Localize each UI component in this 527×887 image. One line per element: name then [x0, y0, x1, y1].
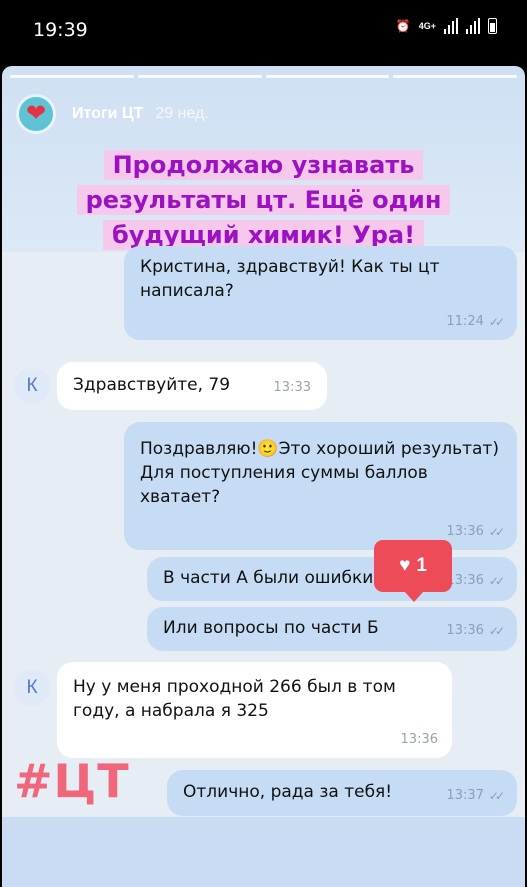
- alarm-icon: ⏰: [395, 19, 411, 33]
- message-time: 13:36: [446, 572, 484, 588]
- message-outgoing: Или вопросы по части Б 13:36 ✓✓: [147, 607, 517, 651]
- story-header[interactable]: ❤ Итоги ЦТ 29 нед.: [16, 94, 209, 134]
- story-caption: Продолжаю узнавать результаты цт. Ещё од…: [2, 148, 525, 252]
- message-meta: 13:36: [401, 731, 438, 749]
- message-meta: 11:24 ✓✓: [446, 313, 505, 331]
- story-footer: [2, 817, 525, 887]
- story-timestamp: 29 нед.: [155, 105, 209, 122]
- contact-avatar: К: [14, 670, 50, 706]
- message-meta: 13:33: [274, 379, 311, 397]
- message-outgoing: В части А были ошибки? 13:36 ✓✓: [147, 557, 517, 601]
- message-incoming: Здравствуйте, 79 13:33: [57, 362, 327, 410]
- story-view[interactable]: ❤ Итоги ЦТ 29 нед. Продолжаю узнавать ре…: [2, 66, 525, 887]
- signal-icon: [444, 18, 458, 34]
- read-check-icon: ✓✓: [488, 788, 505, 803]
- story-author[interactable]: Итоги ЦТ: [72, 105, 143, 123]
- story-progress: [10, 75, 517, 78]
- message-outgoing: Поздравляю!🙂Это хороший результат) Для п…: [124, 422, 517, 550]
- status-icons: ⏰ 4G+: [396, 18, 497, 34]
- message-time: 13:36: [446, 523, 484, 539]
- message-meta: 13:36 ✓✓: [446, 572, 505, 590]
- like-count: 1: [416, 555, 427, 576]
- chat-screenshot: Кристина, здравствуй! Как ты цт написала…: [2, 246, 525, 817]
- contact-avatar: К: [14, 368, 50, 404]
- message-text: Кристина, здравствуй! Как ты цт написала…: [140, 257, 440, 301]
- message-meta: 13:36 ✓✓: [446, 523, 505, 541]
- heart-icon: ❤: [25, 100, 47, 127]
- caption-line: результаты цт. Ещё один: [76, 184, 451, 215]
- status-bar: 19:39 ⏰ 4G+: [0, 0, 527, 66]
- read-check-icon: ✓✓: [488, 573, 505, 588]
- message-outgoing: Кристина, здравствуй! Как ты цт написала…: [124, 246, 517, 340]
- message-text: Ну у меня проходной 266 был в том году, …: [73, 677, 396, 721]
- caption-line: Продолжаю узнавать: [103, 150, 424, 180]
- read-check-icon: ✓✓: [488, 524, 505, 539]
- signal-icon: [466, 18, 480, 34]
- message-outgoing: Отлично, рада за тебя! 13:37 ✓✓: [167, 770, 517, 816]
- clock: 19:39: [33, 19, 88, 41]
- message-text: Поздравляю!🙂Это хороший результат) Для п…: [140, 439, 499, 507]
- battery-icon: [488, 18, 497, 34]
- hashtag-sticker: #ЦТ: [14, 754, 130, 808]
- message-time: 13:36: [400, 731, 438, 747]
- message-meta: 13:36 ✓✓: [446, 622, 505, 640]
- message-time: 11:24: [446, 313, 484, 329]
- message-incoming: Ну у меня проходной 266 был в том году, …: [57, 662, 452, 758]
- heart-icon: ♥: [399, 555, 411, 576]
- read-check-icon: ✓✓: [488, 314, 505, 329]
- message-meta: 13:37 ✓✓: [446, 787, 505, 805]
- message-time: 13:36: [446, 622, 484, 638]
- avatar[interactable]: ❤: [16, 94, 56, 134]
- read-check-icon: ✓✓: [488, 623, 505, 638]
- network-label: 4G+: [418, 21, 436, 31]
- like-counter-sticker: ♥ 1: [374, 540, 452, 602]
- message-time: 13:37: [446, 787, 484, 803]
- message-time: 13:33: [273, 379, 311, 395]
